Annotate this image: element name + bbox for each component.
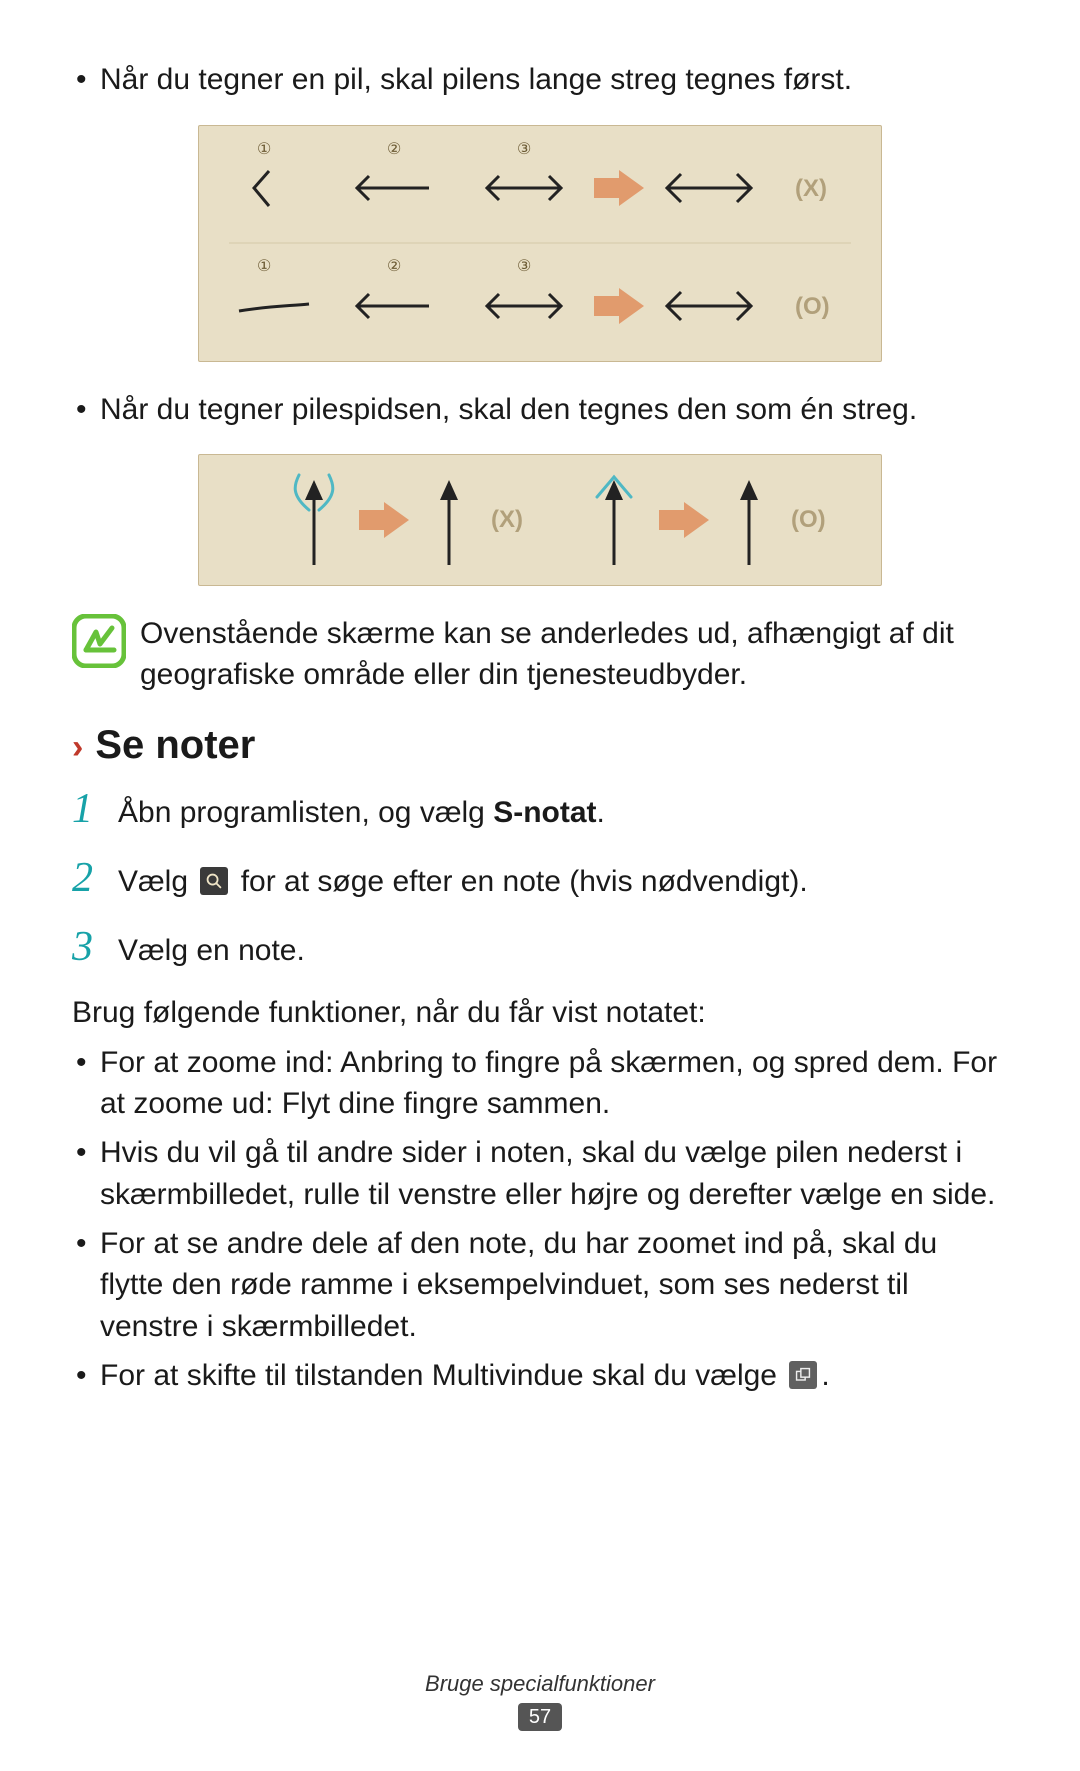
illustration-arrowhead-stroke: (X) (O) (198, 454, 882, 586)
step-1: 1 Åbn programlisten, og vælg S-notat. (72, 778, 1008, 841)
step-number-icon: ① (257, 258, 271, 275)
note-callout: Ovenstående skærme kan se anderledes ud,… (72, 614, 1008, 695)
step-3: 3 Vælg en note. (72, 916, 1008, 979)
text-fragment: for at søge efter en note (hvis nødvendi… (232, 865, 807, 898)
step-number: 1 (72, 778, 102, 841)
list-item: For at se andre dele af den note, du har… (72, 1223, 1008, 1347)
bullet-item: Når du tegner en pil, skal pilens lange … (72, 60, 1008, 101)
text-fragment: Vælg (118, 865, 196, 898)
mark-correct: (O) (791, 506, 826, 533)
list-item: For at zoome ind: Anbring to fingre på s… (72, 1042, 1008, 1125)
step-number-icon: ② (387, 258, 401, 275)
document-page: Når du tegner en pil, skal pilens lange … (0, 0, 1080, 1771)
step-text: Vælg for at søge efter en note (hvis nød… (118, 859, 808, 904)
note-text: Ovenstående skærme kan se anderledes ud,… (140, 614, 1008, 695)
mark-wrong: (X) (491, 506, 523, 533)
text-fragment: For at skifte til tilstanden Multivindue… (100, 1359, 785, 1392)
footer-chapter-title: Bruge specialfunktioner (0, 1671, 1080, 1697)
intro-bullet-list: Når du tegner en pil, skal pilens lange … (72, 60, 1008, 101)
page-footer: Bruge specialfunktioner 57 (0, 1671, 1080, 1731)
step-text: Åbn programlisten, og vælg S-notat. (118, 790, 605, 835)
text-fragment: Åbn programlisten, og vælg (118, 796, 493, 829)
text-fragment: . (597, 796, 605, 829)
section-header: › Se noter (72, 723, 1008, 768)
mark-correct: (O) (795, 293, 830, 320)
step-number-icon: ③ (517, 141, 531, 158)
text-fragment: . (821, 1359, 829, 1392)
section-title: Se noter (95, 723, 255, 768)
step-number-icon: ③ (517, 258, 531, 275)
page-number-badge: 57 (518, 1703, 562, 1731)
step-number-icon: ② (387, 141, 401, 158)
chevron-icon: › (72, 730, 83, 764)
text-bold: S-notat (493, 796, 596, 829)
mark-wrong: (X) (795, 175, 827, 202)
intro-bullet-list-2: Når du tegner pilespidsen, skal den tegn… (72, 390, 1008, 431)
step-2: 2 Vælg for at søge efter en note (hvis n… (72, 847, 1008, 910)
list-item: Hvis du vil gå til andre sider i noten, … (72, 1132, 1008, 1215)
illustration-arrow-stroke-order: ① ② ③ (X) ① ② ③ (198, 125, 882, 362)
step-number: 3 (72, 916, 102, 979)
function-list: For at zoome ind: Anbring to fingre på s… (72, 1042, 1008, 1397)
search-icon (200, 867, 228, 895)
multiwindow-icon (789, 1361, 817, 1389)
step-number-icon: ① (257, 141, 271, 158)
step-number: 2 (72, 847, 102, 910)
note-icon (72, 614, 126, 668)
list-item: For at skifte til tilstanden Multivindue… (72, 1355, 1008, 1396)
step-text: Vælg en note. (118, 928, 305, 973)
bullet-item: Når du tegner pilespidsen, skal den tegn… (72, 390, 1008, 431)
function-list-intro: Brug følgende funktioner, når du får vis… (72, 993, 1008, 1034)
